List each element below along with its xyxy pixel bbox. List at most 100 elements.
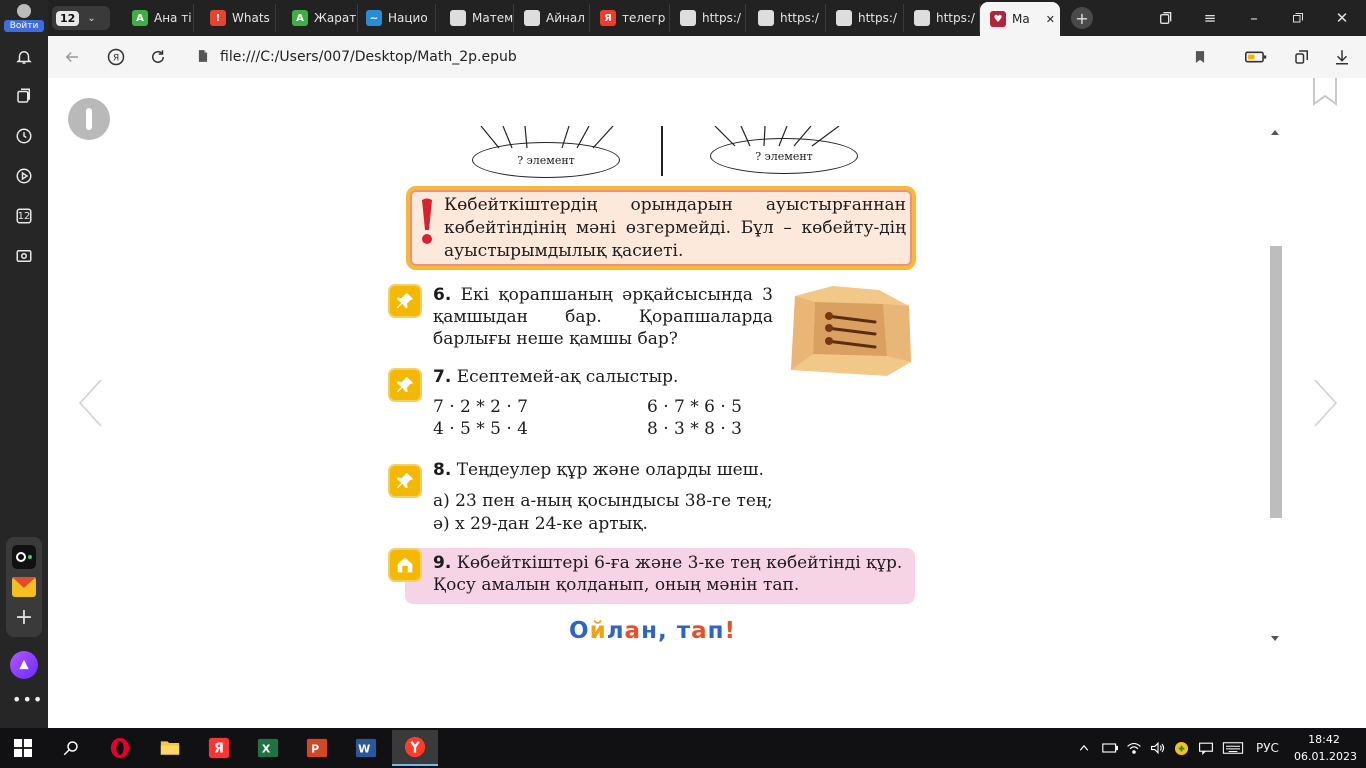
scroll-thumb[interactable] <box>1270 246 1282 518</box>
next-page-arrow[interactable] <box>1310 378 1340 428</box>
back-button[interactable] <box>60 45 84 69</box>
restore-button[interactable] <box>1286 6 1310 30</box>
more-icon[interactable]: ••• <box>12 690 42 714</box>
svg-text:Я: Я <box>113 52 119 63</box>
task-8-text: Теңдеулер құр және оларды шеш. <box>456 460 764 480</box>
side-apps-panel: + <box>6 537 42 637</box>
tab-favicon-icon: ~ <box>366 10 382 26</box>
menu-icon[interactable]: ≡ <box>1198 6 1222 30</box>
opera-icon[interactable] <box>97 730 143 766</box>
close-window-button[interactable]: ✕ <box>1330 6 1354 30</box>
tab[interactable]: https:/ <box>748 4 826 32</box>
login-button[interactable]: Войти <box>4 2 44 34</box>
tab-active[interactable]: ♥ Ma ✕ <box>980 2 1060 36</box>
tab-counter-icon[interactable]: 12 <box>12 204 36 228</box>
music-app-icon[interactable] <box>12 545 36 569</box>
scroll-down-arrow[interactable] <box>1271 636 1279 641</box>
tab[interactable]: Матем <box>440 4 514 32</box>
ellipse-right-label: ? элемент <box>755 149 813 163</box>
tab[interactable]: A Жарат <box>282 4 358 32</box>
bell-icon[interactable] <box>12 45 36 69</box>
bookmark-icon[interactable] <box>1188 45 1212 69</box>
rule-box: Көбейткіштердің орындарын ауыстырғаннан … <box>406 186 916 270</box>
tab[interactable]: Ятелегр <box>590 4 670 32</box>
yandex-disk-icon[interactable] <box>1174 728 1189 768</box>
diagram-arrows <box>480 126 840 149</box>
exclamation-icon <box>422 198 432 244</box>
tab[interactable]: A Ана ті <box>122 4 194 32</box>
alice-icon[interactable] <box>10 651 38 679</box>
tab-favicon-icon <box>524 10 540 26</box>
url-box[interactable]: file:///C:/Users/007/Desktop/Math_2p.epu… <box>188 42 1188 72</box>
tab[interactable]: https:/ <box>904 4 980 32</box>
start-icon[interactable] <box>0 730 46 766</box>
browser-side-panel: Войти 12 + ••• <box>0 0 48 728</box>
notifications-chat-icon[interactable] <box>1198 728 1214 768</box>
tab-label: https:/ <box>936 11 975 25</box>
task-pin-icon <box>388 464 422 498</box>
yandex-browser-icon[interactable] <box>392 730 438 766</box>
tab-label: Ана ті <box>154 11 192 25</box>
tab-counter-label: 12 <box>17 210 31 222</box>
history-icon[interactable] <box>12 124 36 148</box>
tab-label: Матем <box>472 11 514 25</box>
file-explorer-icon[interactable] <box>147 730 193 766</box>
book-page: ? элемент ? элемент Көбейткіштердің орын… <box>357 126 1018 648</box>
extensions-icon[interactable] <box>1290 45 1314 69</box>
play-icon[interactable] <box>12 164 36 188</box>
powerpoint-icon[interactable]: P <box>294 730 340 766</box>
reload-button[interactable] <box>146 45 170 69</box>
svg-text:X: X <box>262 743 271 756</box>
screenshot-icon[interactable] <box>12 244 36 268</box>
pause-reading-button[interactable] <box>68 98 110 140</box>
page-bookmark-icon[interactable] <box>1312 78 1338 106</box>
house-icon <box>388 548 422 582</box>
word-icon[interactable]: W <box>343 730 389 766</box>
scroll-up-arrow[interactable] <box>1271 130 1279 135</box>
scrollbar[interactable] <box>1266 126 1284 648</box>
excel-icon[interactable]: X <box>245 730 291 766</box>
previous-page-arrow[interactable] <box>76 378 106 428</box>
volume-icon[interactable] <box>1150 728 1166 768</box>
tab-favicon-icon <box>758 10 774 26</box>
tab[interactable]: https:/ <box>826 4 904 32</box>
battery-icon[interactable] <box>1102 728 1118 768</box>
clock[interactable]: 18:42 06.01.2023 <box>1294 731 1357 765</box>
show-hidden-icons[interactable] <box>1078 728 1090 768</box>
task-7-text: Есептемей-ақ салыстыр. <box>456 367 679 387</box>
tab-label: Нацио <box>388 11 428 25</box>
tab-count: 12 <box>56 10 80 26</box>
yandex-icon[interactable]: Я <box>196 730 242 766</box>
tab-favicon-icon <box>680 10 696 26</box>
task-6-text: Екі қорапшаның әрқайсысында 3 қамшыдан б… <box>433 285 773 349</box>
new-tab-button[interactable]: + <box>1070 6 1094 30</box>
minimize-button[interactable]: – <box>1242 6 1266 30</box>
ellipse-left-label: ? элемент <box>517 153 575 167</box>
svg-text:W: W <box>358 743 370 756</box>
tab[interactable]: ! Whats <box>200 4 276 32</box>
clock-time: 18:42 <box>1308 733 1340 746</box>
tab-count-button[interactable]: 12 ⌄ <box>52 6 110 30</box>
language-indicator[interactable]: РУС <box>1256 728 1279 768</box>
tab[interactable]: ~ Нацио <box>356 4 436 32</box>
yandex-home-button[interactable]: Я <box>104 45 128 69</box>
add-app-icon[interactable]: + <box>12 607 36 631</box>
login-label: Войти <box>4 20 44 32</box>
tab-favicon-icon: Я <box>600 10 616 26</box>
wifi-icon[interactable] <box>1126 728 1142 768</box>
battery-saver-icon[interactable] <box>1244 45 1268 69</box>
element-ellipse-right: ? элемент <box>710 138 858 174</box>
collections-icon[interactable] <box>12 84 36 108</box>
tab-label: телегр <box>622 11 666 25</box>
task-pin-icon <box>388 284 422 318</box>
tab[interactable]: Айнал <box>514 4 590 32</box>
collections-toolbar-icon[interactable] <box>1154 6 1178 30</box>
tab[interactable]: https:/ <box>670 4 746 32</box>
search-icon[interactable] <box>48 730 94 766</box>
tab-favicon-icon: A <box>132 10 148 26</box>
tab-strip: 12 ⌄ A Ана ті ! Whats A Жарат ~ Нацио Матем Айнал… <box>48 0 1366 36</box>
download-icon[interactable] <box>1330 45 1354 69</box>
close-tab-icon[interactable]: ✕ <box>1046 13 1055 26</box>
mail-app-icon[interactable] <box>12 577 36 597</box>
keyboard-icon[interactable] <box>1222 728 1244 768</box>
